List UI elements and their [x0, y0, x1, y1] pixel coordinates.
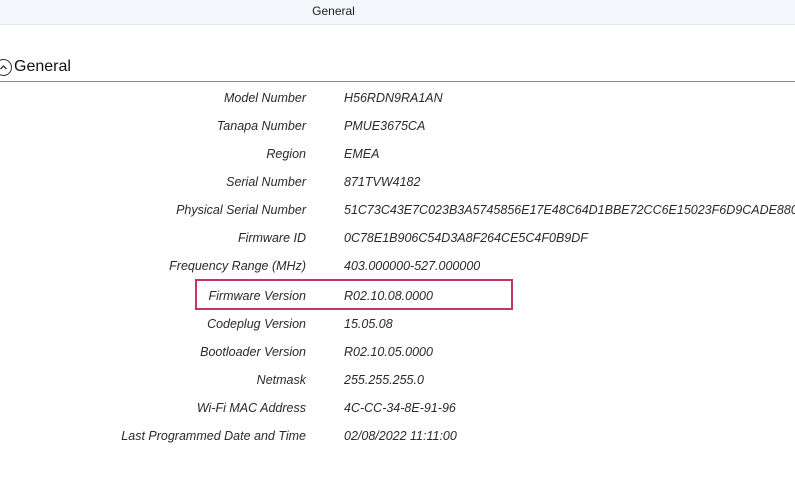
property-value: 871TVW4182: [344, 175, 421, 189]
property-value: EMEA: [344, 147, 380, 161]
property-label: Bootloader Version: [200, 345, 306, 359]
property-label: Physical Serial Number: [176, 203, 306, 217]
chevron-up-circle-icon[interactable]: [0, 59, 12, 76]
property-row-physical-serial-number: Physical Serial Number 51C73C43E7C023B3A…: [0, 201, 795, 221]
property-value: 02/08/2022 11:11:00: [344, 429, 457, 443]
property-value: PMUE3675CA: [344, 119, 426, 133]
property-value: 0C78E1B906C54D3A8F264CE5C4F0B9DF: [344, 231, 588, 245]
property-label: Frequency Range (MHz): [169, 259, 306, 273]
property-row-codeplug-version: Codeplug Version 15.05.08: [0, 315, 795, 335]
property-label: Codeplug Version: [207, 317, 306, 331]
property-label: Wi-Fi MAC Address: [196, 401, 306, 415]
property-value: 15.05.08: [344, 317, 393, 331]
section-header-general[interactable]: General: [0, 55, 795, 82]
property-row-model-number: Model Number H56RDN9RA1AN: [0, 89, 795, 109]
property-row-bootloader-version: Bootloader Version R02.10.05.0000: [0, 343, 795, 363]
property-row-firmware-id: Firmware ID 0C78E1B906C54D3A8F264CE5C4F0…: [0, 229, 795, 249]
tab-bar: General: [0, 0, 795, 25]
property-value: 403.000000-527.000000: [344, 259, 481, 273]
property-value: H56RDN9RA1AN: [344, 91, 443, 105]
property-label: Last Programmed Date and Time: [121, 429, 306, 443]
property-label: Region: [266, 147, 306, 161]
highlight-box: [195, 279, 513, 310]
property-row-tanapa-number: Tanapa Number PMUE3675CA: [0, 117, 795, 137]
property-label: Serial Number: [226, 175, 306, 189]
tab-general[interactable]: General: [0, 4, 667, 18]
property-label: Model Number: [224, 91, 306, 105]
property-label: Netmask: [256, 373, 306, 387]
property-label: Tanapa Number: [216, 119, 306, 133]
property-row-netmask: Netmask 255.255.255.0: [0, 371, 795, 391]
property-row-wifi-mac-address: Wi-Fi MAC Address 4C-CC-34-8E-91-96: [0, 399, 795, 419]
property-row-frequency-range: Frequency Range (MHz) 403.000000-527.000…: [0, 257, 795, 277]
property-row-region: Region EMEA: [0, 145, 795, 165]
property-value: R02.10.05.0000: [344, 345, 433, 359]
property-label: Firmware ID: [237, 231, 306, 245]
property-row-last-programmed: Last Programmed Date and Time 02/08/2022…: [0, 427, 795, 447]
property-value: 255.255.255.0: [344, 373, 424, 387]
property-row-serial-number: Serial Number 871TVW4182: [0, 173, 795, 193]
property-value: 51C73C43E7C023B3A5745856E17E48C64D1BBE72…: [344, 203, 795, 217]
property-value: 4C-CC-34-8E-91-96: [344, 401, 456, 415]
section-title: General: [14, 58, 71, 75]
